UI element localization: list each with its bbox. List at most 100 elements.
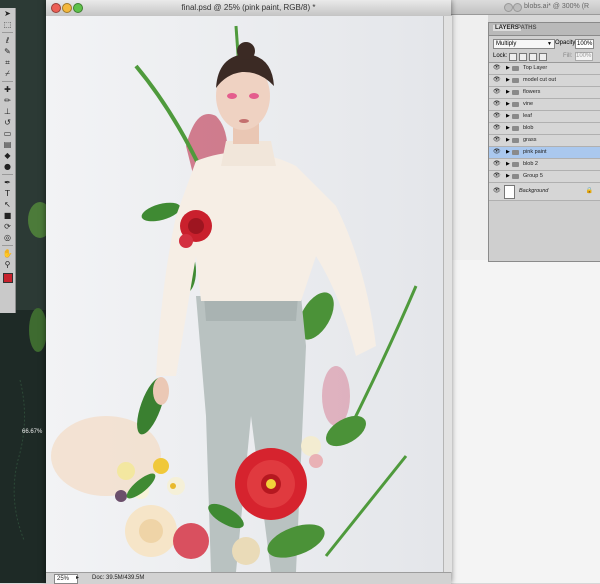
tool-separator <box>2 174 13 175</box>
document-size-info[interactable]: Doc: 39.5M/439.5M <box>92 575 144 581</box>
layer-row-background[interactable]: 👁 Background 🔒 <box>489 183 600 201</box>
dodge-icon[interactable]: ● <box>2 162 13 172</box>
layer-row[interactable]: 👁 ▶ blob <box>489 123 600 135</box>
expand-triangle-icon[interactable]: ▶ <box>506 99 510 110</box>
eye-icon[interactable]: 👁 <box>493 159 501 170</box>
eyedropper-icon[interactable]: ⌿ <box>2 69 13 79</box>
quick-select-icon[interactable]: ✎ <box>2 47 13 57</box>
eraser-icon[interactable]: ▭ <box>2 129 13 139</box>
eye-icon[interactable]: 👁 <box>493 171 501 182</box>
gradient-icon[interactable]: ▤ <box>2 140 13 150</box>
blend-mode-select[interactable]: Multiply ▼ <box>493 39 555 49</box>
illustrator-title-bar: blobs.ai* @ 300% (R <box>450 0 600 15</box>
eye-icon[interactable]: 👁 <box>493 75 501 86</box>
layer-row[interactable]: 👁 ▶ model cut out <box>489 75 600 87</box>
layer-row[interactable]: 👁 ▶ grass <box>489 135 600 147</box>
layer-name: leaf <box>523 113 532 119</box>
zoom-icon[interactable]: ⚲ <box>2 260 13 270</box>
eye-icon[interactable]: 👁 <box>493 123 501 134</box>
minimize-icon[interactable] <box>513 3 522 12</box>
layers-panel: LAYERS PATHS Multiply ▼ Opacity: 100% Lo… <box>488 22 600 262</box>
lasso-icon[interactable]: ℓ <box>2 36 13 46</box>
eye-icon[interactable]: 👁 <box>493 99 501 110</box>
layer-list: 👁 ▶ Top Layer 👁 ▶ model cut out 👁 ▶ flowers 👁 ▶ vin… <box>489 63 600 201</box>
blur-icon[interactable]: ◆ <box>2 151 13 161</box>
expand-triangle-icon[interactable]: ▶ <box>506 135 510 146</box>
crop-icon[interactable]: ⌗ <box>2 58 13 68</box>
eye-icon[interactable]: 👁 <box>493 135 501 146</box>
status-menu-arrow-icon[interactable]: ▸ <box>76 574 79 581</box>
shape-icon[interactable]: ■ <box>2 211 13 221</box>
fill-label: Fill: <box>563 53 573 59</box>
blend-row: Multiply ▼ Opacity: 100% <box>489 36 600 50</box>
expand-triangle-icon[interactable]: ▶ <box>506 147 510 158</box>
folder-icon <box>512 162 519 167</box>
tool-separator <box>2 32 13 33</box>
pen-icon[interactable]: ✒ <box>2 178 13 188</box>
layer-row[interactable]: 👁 ▶ Group 5 <box>489 171 600 183</box>
layer-name: pink paint <box>523 149 547 155</box>
path-select-icon[interactable]: ↖ <box>2 200 13 210</box>
eye-icon[interactable]: 👁 <box>493 147 501 158</box>
folder-icon <box>512 138 519 143</box>
lock-all-icon[interactable] <box>539 53 547 61</box>
3d-orbit-icon[interactable]: ◎ <box>2 233 13 243</box>
marquee-icon[interactable]: ⬚ <box>2 20 13 30</box>
opacity-label: Opacity: <box>555 40 578 46</box>
lock-row: Lock: Fill: 100% <box>489 50 600 63</box>
chevron-down-icon: ▼ <box>547 41 552 47</box>
healing-brush-icon[interactable]: ✚ <box>2 85 13 95</box>
layers-panel-tabs: LAYERS PATHS <box>489 23 600 36</box>
lock-icon: 🔒 <box>585 188 593 194</box>
hand-icon[interactable]: ✋ <box>2 249 13 259</box>
layer-row[interactable]: 👁 ▶ pink paint <box>489 147 600 159</box>
folder-icon <box>512 66 519 71</box>
expand-triangle-icon[interactable]: ▶ <box>506 171 510 182</box>
layer-row[interactable]: 👁 ▶ leaf <box>489 111 600 123</box>
clone-stamp-icon[interactable]: ⊥ <box>2 107 13 117</box>
eye-icon[interactable]: 👁 <box>493 87 501 98</box>
lock-image-icon[interactable] <box>519 53 527 61</box>
layer-row[interactable]: 👁 ▶ Top Layer <box>489 63 600 75</box>
layer-name: flowers <box>523 89 541 95</box>
lock-position-icon[interactable] <box>529 53 537 61</box>
layer-row[interactable]: 👁 ▶ vine <box>489 99 600 111</box>
vertical-scrollbar[interactable] <box>443 16 452 572</box>
brush-icon[interactable]: ✏ <box>2 96 13 106</box>
artwork-image <box>46 16 443 572</box>
layer-name: blob <box>523 125 534 131</box>
history-brush-icon[interactable]: ↺ <box>2 118 13 128</box>
eye-icon[interactable]: 👁 <box>493 63 501 74</box>
layer-thumbnail <box>504 185 515 199</box>
blend-mode-value: Multiply <box>496 41 517 47</box>
layer-name: vine <box>523 101 534 107</box>
opacity-field[interactable]: 100% <box>575 39 594 49</box>
eye-icon[interactable]: 👁 <box>493 183 501 200</box>
document-window: final.psd @ 25% (pink paint, RGB/8) * 25… <box>46 0 452 584</box>
expand-triangle-icon[interactable]: ▶ <box>506 159 510 170</box>
expand-triangle-icon[interactable]: ▶ <box>506 123 510 134</box>
tool-separator <box>2 245 13 246</box>
close-icon[interactable] <box>504 3 513 12</box>
document-title-bar[interactable]: final.psd @ 25% (pink paint, RGB/8) * <box>46 0 451 17</box>
fill-field[interactable]: 100% <box>575 52 593 61</box>
eye-icon[interactable]: 👁 <box>493 111 501 122</box>
lock-transparency-icon[interactable] <box>509 53 517 61</box>
folder-icon <box>512 102 519 107</box>
folder-icon <box>512 78 519 83</box>
expand-triangle-icon[interactable]: ▶ <box>506 87 510 98</box>
layer-name: Top Layer <box>523 65 548 71</box>
layer-row[interactable]: 👁 ▶ flowers <box>489 87 600 99</box>
3d-rotate-icon[interactable]: ⟳ <box>2 222 13 232</box>
document-canvas[interactable] <box>46 16 443 572</box>
layer-row[interactable]: 👁 ▶ blob 2 <box>489 159 600 171</box>
expand-triangle-icon[interactable]: ▶ <box>506 111 510 122</box>
foreground-color-swatch[interactable] <box>2 273 13 283</box>
tab-paths[interactable]: PATHS <box>517 25 536 31</box>
expand-triangle-icon[interactable]: ▶ <box>506 75 510 86</box>
type-icon[interactable]: T <box>2 189 13 199</box>
expand-triangle-icon[interactable]: ▶ <box>506 63 510 74</box>
background-zoom-readout: 66.67% <box>22 429 43 435</box>
tools-panel: ➤ ⬚ ℓ ✎ ⌗ ⌿ ✚ ✏ ⊥ ↺ ▭ ▤ ◆ ● ✒ T ↖ ■ ⟳ ◎ ✋ ⚲ <box>0 8 16 313</box>
move-icon[interactable]: ➤ <box>2 9 13 19</box>
